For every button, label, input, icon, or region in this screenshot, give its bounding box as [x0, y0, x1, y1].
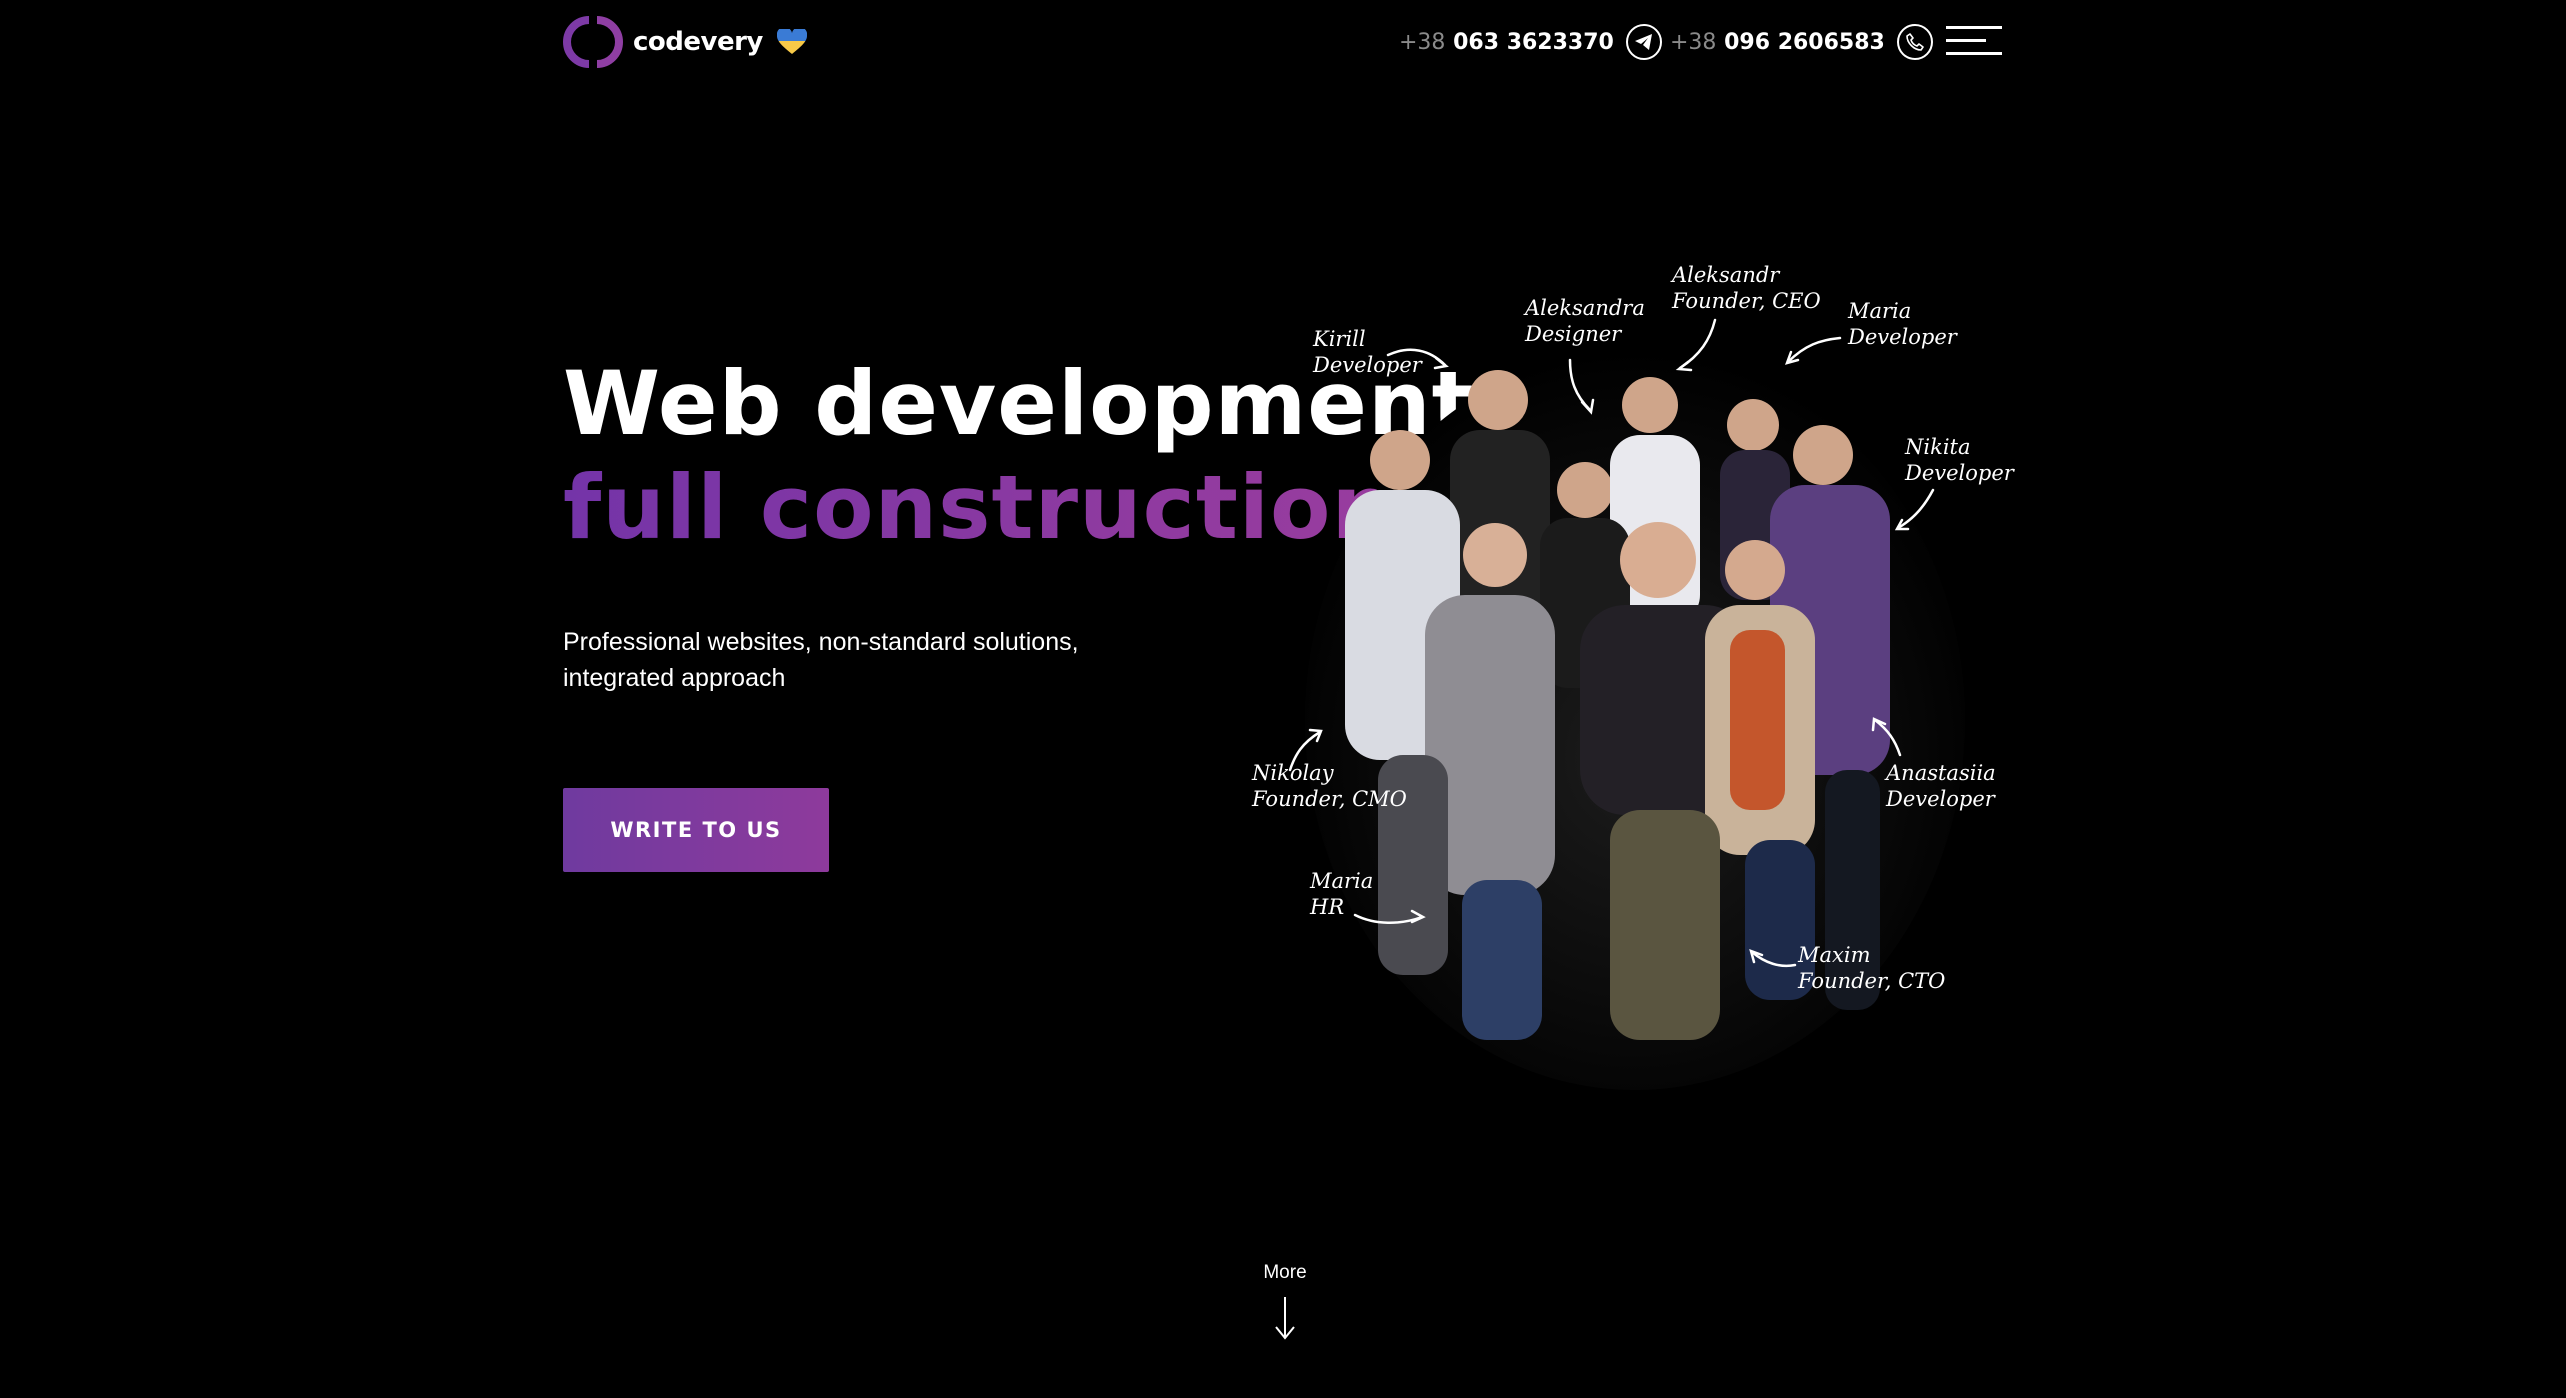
telegram-icon[interactable]	[1625, 24, 1662, 60]
menu-line	[1946, 26, 2002, 29]
ukraine-heart-icon	[776, 29, 807, 55]
phone-link-telegram[interactable]: +38 063 3623370	[1399, 24, 1662, 60]
member-name: Nikolay	[1252, 761, 1334, 785]
member-role: Founder, CEO	[1672, 289, 1821, 313]
member-name: Nikita	[1905, 435, 1971, 459]
team-tag-nikolay: Nikolay Founder, CMO	[1252, 760, 1407, 812]
team-tag-nikita: Nikita Developer	[1905, 434, 2014, 486]
team-tag-kirill: Kirill Developer	[1313, 326, 1422, 378]
menu-line	[1946, 52, 2002, 55]
phone-country-code: +38	[1399, 29, 1446, 55]
team-tag-maxim: Maxim Founder, CTO	[1798, 942, 1945, 994]
member-name: Kirill	[1313, 327, 1366, 351]
member-name: Maxim	[1798, 943, 1871, 967]
hamburger-menu-icon[interactable]	[1946, 26, 2002, 56]
phone-icon[interactable]	[1896, 24, 1933, 60]
team-tag-anastasiia: Anastasiia Developer	[1886, 760, 1996, 812]
team-tag-maria-developer: Maria Developer	[1848, 298, 1957, 350]
member-name: Aleksandr	[1672, 263, 1780, 287]
team-tag-aleksandr: Aleksandr Founder, CEO	[1672, 262, 1821, 314]
team-photo: Kirill Developer Aleksandra Designer Aleks…	[1240, 250, 2014, 1090]
phone-country-code: +38	[1670, 29, 1717, 55]
hero-subtitle: Professional websites, non-standard solu…	[563, 628, 1079, 692]
member-role: Developer	[1848, 325, 1957, 349]
logo[interactable]: codevery	[563, 16, 807, 68]
team-tag-aleksandra: Aleksandra Designer	[1525, 295, 1645, 347]
member-name: Anastasiia	[1886, 761, 1996, 785]
member-role: Developer	[1313, 353, 1422, 377]
more-label: More	[1263, 1262, 1307, 1283]
phone-link-call[interactable]: +38 096 2606583	[1670, 24, 1933, 60]
codevery-logo-icon	[563, 16, 623, 68]
member-role: Developer	[1886, 787, 1995, 811]
phone-number: 063 3623370	[1453, 29, 1614, 55]
member-name: Maria	[1310, 869, 1374, 893]
team-tag-maria-hr: Maria HR	[1310, 868, 1373, 920]
member-role: Developer	[1905, 461, 2014, 485]
member-role: Designer	[1525, 322, 1622, 346]
write-to-us-button[interactable]: WRITE TO US	[563, 788, 829, 872]
arrow-down-icon	[1275, 1297, 1295, 1340]
member-name: Maria	[1848, 299, 1912, 323]
brand-name: codevery	[633, 27, 763, 57]
member-role: Founder, CTO	[1798, 969, 1946, 993]
member-role: HR	[1310, 895, 1345, 919]
member-role: Founder, CMO	[1252, 787, 1407, 811]
more-scroll-link[interactable]: More	[1243, 1262, 1327, 1340]
phone-number: 096 2606583	[1724, 29, 1885, 55]
menu-line	[1946, 39, 1986, 42]
member-name: Aleksandra	[1525, 296, 1645, 320]
